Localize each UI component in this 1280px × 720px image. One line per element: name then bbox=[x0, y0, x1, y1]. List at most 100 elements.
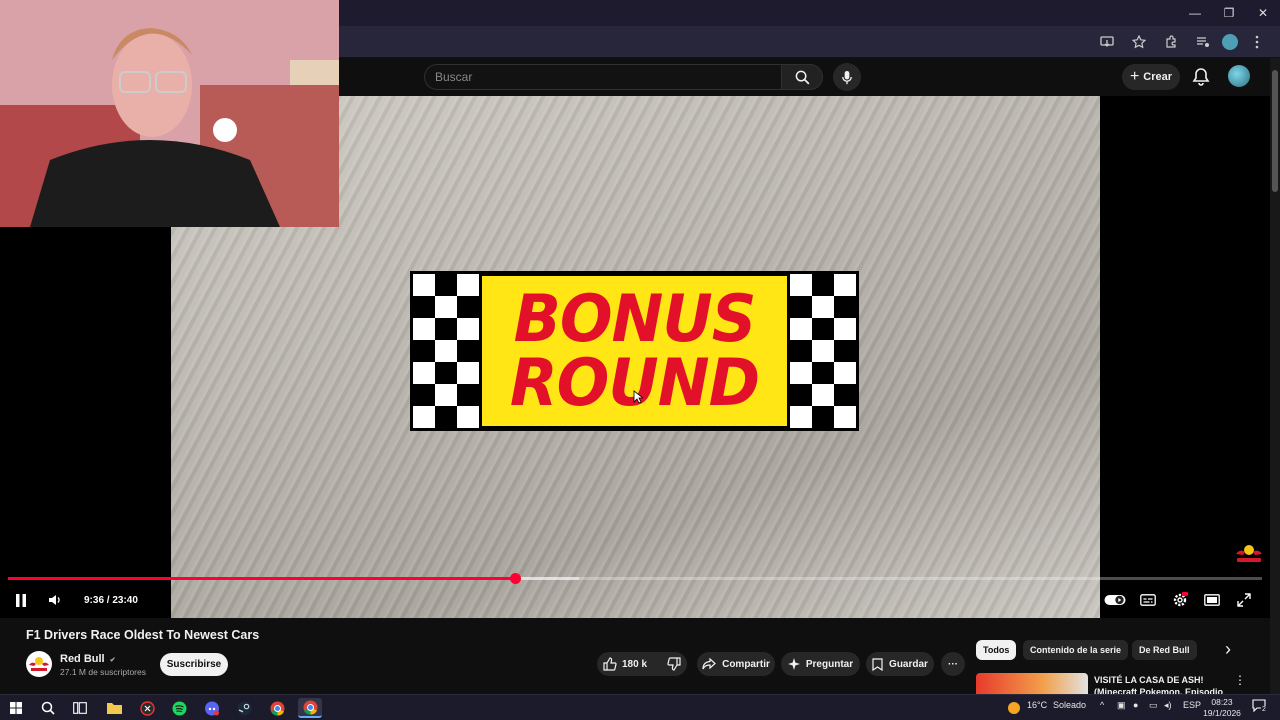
spotify-icon[interactable] bbox=[167, 698, 191, 718]
verified-badge-icon: ✔ bbox=[109, 657, 116, 664]
fullscreen-button[interactable] bbox=[1233, 588, 1255, 612]
subscribe-button[interactable]: Suscribirse bbox=[160, 653, 228, 676]
weather-sun-icon bbox=[1008, 702, 1020, 714]
notifications-center-button[interactable]: 2 bbox=[1252, 699, 1270, 717]
volume-icon bbox=[49, 595, 60, 605]
chrome-icon[interactable] bbox=[265, 698, 289, 718]
like-count: 180 k bbox=[621, 658, 648, 670]
share-label: Compartir bbox=[722, 658, 770, 670]
speaker-icon[interactable]: ◂) bbox=[1164, 700, 1172, 711]
notifications-bell-icon[interactable] bbox=[1190, 66, 1212, 88]
pause-button[interactable] bbox=[10, 588, 32, 612]
taskbar-clock[interactable]: 08:23 19/1/2026 bbox=[1198, 697, 1246, 719]
video-title: F1 Drivers Race Oldest To Newest Cars bbox=[26, 628, 260, 642]
ask-button[interactable]: Preguntar bbox=[781, 652, 860, 676]
microphone-icon bbox=[842, 70, 852, 84]
scrollbar-thumb[interactable] bbox=[1272, 70, 1278, 192]
chip-all[interactable]: Todos bbox=[976, 640, 1017, 660]
weather-temperature[interactable]: 16°C bbox=[1027, 700, 1047, 710]
taskbar-search-icon[interactable] bbox=[36, 698, 60, 718]
weather-condition[interactable]: Soleado bbox=[1053, 700, 1086, 710]
checkered-flag-right bbox=[790, 274, 856, 428]
bookmark-icon bbox=[872, 657, 883, 671]
settings-button[interactable] bbox=[1169, 588, 1191, 612]
autoplay-toggle[interactable] bbox=[1104, 588, 1126, 612]
recommended-video-thumbnail[interactable] bbox=[976, 673, 1088, 695]
restore-button[interactable]: ❐ bbox=[1212, 0, 1246, 26]
pause-icon bbox=[16, 593, 26, 607]
page-scrollbar[interactable] bbox=[1270, 58, 1280, 694]
ask-label: Preguntar bbox=[805, 658, 854, 670]
search-button[interactable] bbox=[781, 64, 823, 90]
thumbs-up-icon bbox=[603, 657, 617, 671]
browser-profile-avatar[interactable] bbox=[1222, 34, 1238, 50]
app-circle-icon[interactable] bbox=[135, 698, 159, 718]
install-app-icon[interactable] bbox=[1094, 30, 1120, 54]
clock-date: 19/1/2026 bbox=[1203, 708, 1241, 718]
time-display: 9:36 / 23:40 bbox=[84, 594, 138, 606]
autoplay-toggle-icon bbox=[1104, 595, 1126, 605]
search-icon bbox=[795, 70, 809, 84]
tray-app-icon[interactable]: ▣ bbox=[1117, 700, 1126, 711]
search-input[interactable]: Buscar bbox=[424, 64, 782, 90]
red-bull-logo-icon bbox=[29, 657, 49, 671]
video-progress-bar[interactable] bbox=[8, 573, 1262, 584]
plus-icon: + bbox=[1129, 68, 1140, 85]
browser-toolbar-icons bbox=[1094, 30, 1270, 54]
gear-icon bbox=[1173, 592, 1188, 607]
recommended-video-menu-button[interactable]: ⋮ bbox=[1234, 673, 1246, 687]
notification-count: 2 bbox=[1261, 706, 1267, 713]
tray-overflow-icon[interactable]: ^ bbox=[1100, 700, 1104, 710]
channel-avatar[interactable] bbox=[26, 651, 52, 677]
subtitles-icon bbox=[1140, 594, 1156, 606]
subtitles-button[interactable] bbox=[1137, 588, 1159, 612]
bookmark-star-icon[interactable] bbox=[1126, 30, 1152, 54]
share-icon bbox=[702, 658, 716, 670]
minimize-button[interactable]: — bbox=[1178, 0, 1212, 26]
more-actions-button[interactable]: ··· bbox=[941, 652, 965, 676]
sparkle-icon bbox=[787, 658, 800, 670]
round-text: ROUND bbox=[509, 344, 760, 421]
windows-start-icon[interactable] bbox=[4, 698, 28, 718]
bonus-round-graphic: BONUS ROUND bbox=[410, 271, 859, 431]
chip-series-content[interactable]: Contenido de la serie bbox=[1023, 640, 1129, 660]
windows-taskbar: 16°C Soleado ^ ▣ ● ▭ ◂) ESP 08:23 19/1/2… bbox=[0, 694, 1280, 720]
clock-time: 08:23 bbox=[1211, 697, 1233, 707]
extensions-icon[interactable] bbox=[1158, 30, 1184, 54]
create-label: Crear bbox=[1143, 71, 1173, 83]
media-controls-icon[interactable] bbox=[1190, 30, 1216, 54]
save-label: Guardar bbox=[889, 658, 928, 670]
webcam-overlay bbox=[0, 0, 339, 227]
volume-button[interactable] bbox=[44, 588, 66, 612]
voice-search-button[interactable] bbox=[833, 63, 861, 91]
chrome-active-window-icon[interactable] bbox=[298, 698, 322, 718]
discord-icon[interactable] bbox=[200, 698, 224, 718]
account-avatar[interactable] bbox=[1228, 65, 1250, 87]
like-button[interactable]: 180 k bbox=[603, 657, 647, 671]
browser-menu-icon[interactable] bbox=[1244, 30, 1270, 54]
subscriber-count: 27.1 M de suscriptores bbox=[60, 667, 146, 677]
share-button[interactable]: Compartir bbox=[697, 652, 775, 676]
theater-mode-button[interactable] bbox=[1201, 588, 1223, 612]
network-icon[interactable]: ▭ bbox=[1149, 700, 1158, 711]
close-window-button[interactable]: ✕ bbox=[1246, 0, 1280, 26]
chips-next-button[interactable]: › bbox=[1220, 638, 1236, 660]
channel-name[interactable]: Red Bull ✔ bbox=[60, 653, 116, 665]
progress-buffered bbox=[514, 577, 579, 580]
steam-icon[interactable] bbox=[232, 698, 256, 718]
channel-name-label: Red Bull bbox=[60, 653, 105, 665]
task-view-icon[interactable] bbox=[68, 698, 92, 718]
file-explorer-icon[interactable] bbox=[102, 698, 126, 718]
progress-played bbox=[8, 577, 515, 580]
save-button[interactable]: Guardar bbox=[866, 652, 934, 676]
bonus-text: BONUS bbox=[513, 280, 757, 357]
progress-scrubber-handle[interactable] bbox=[509, 573, 521, 584]
dislike-button[interactable] bbox=[667, 657, 681, 671]
fullscreen-icon bbox=[1237, 593, 1251, 607]
chip-from-red-bull[interactable]: De Red Bull bbox=[1132, 640, 1197, 660]
thumbs-down-icon bbox=[667, 657, 681, 671]
mouse-cursor-icon bbox=[633, 390, 643, 404]
microphone-tray-icon[interactable]: ● bbox=[1133, 700, 1138, 710]
create-button[interactable]: + Crear bbox=[1122, 64, 1180, 90]
webcam-person-image bbox=[0, 0, 339, 227]
